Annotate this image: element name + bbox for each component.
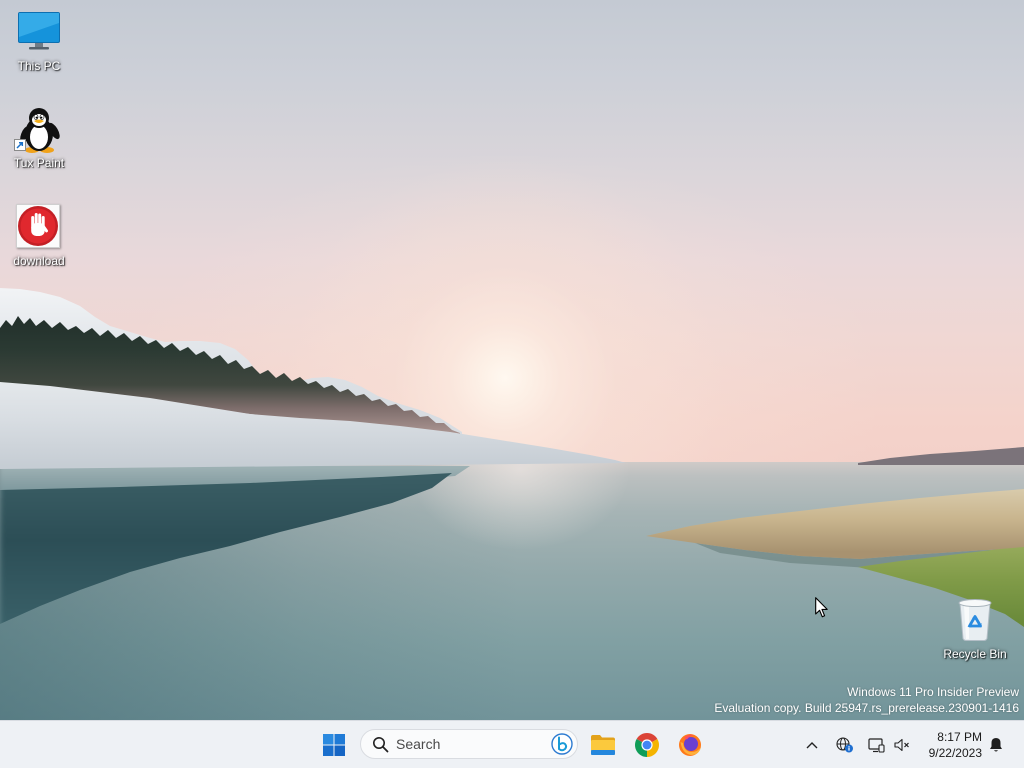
tray-volume-button[interactable] [893, 725, 911, 765]
taskbar: Search 8:17 PM 9/22/2023 [0, 720, 1024, 768]
taskbar-search-box[interactable]: Search [360, 729, 578, 759]
speaker-muted-icon [894, 738, 909, 752]
chevron-up-icon [806, 742, 818, 749]
watermark-edition: Windows 11 Pro Insider Preview [847, 685, 1019, 699]
watermark-build: Evaluation copy. Build 25947.rs_prerelea… [714, 701, 1019, 715]
windows-start-icon [323, 734, 345, 756]
mouse-cursor-icon [815, 597, 828, 618]
file-explorer-icon [591, 735, 615, 755]
desktop-icon-recycle-bin[interactable]: Recycle Bin [937, 594, 1013, 662]
notifications-button[interactable] [986, 725, 1006, 765]
desktop-icon-download[interactable]: download [1, 200, 77, 268]
show-hidden-icons-button[interactable] [802, 725, 822, 765]
clock-date: 9/22/2023 [928, 746, 982, 760]
taskbar-firefox[interactable] [672, 725, 708, 765]
desktop-icon-label: This PC [17, 59, 61, 73]
desktop-icon-tux-paint[interactable]: Tux Paint [1, 102, 77, 170]
network-icon [836, 737, 853, 753]
desktop[interactable]: This PC Tux Paint download Recycle Bin W… [0, 0, 1024, 720]
desktop-icon-label: download [13, 254, 65, 268]
desktop-icon-label: Recycle Bin [943, 647, 1007, 661]
desktop-icon-this-pc[interactable]: This PC [1, 6, 77, 74]
shortcut-arrow-icon [14, 139, 26, 151]
search-icon [373, 737, 389, 753]
bell-icon [990, 738, 1002, 752]
chrome-icon [635, 733, 659, 757]
clock-time: 8:17 PM [937, 730, 982, 744]
this-pc-icon [18, 12, 60, 50]
display-icon [867, 737, 885, 753]
desktop-icon-label: Tux Paint [13, 156, 65, 170]
taskbar-clock[interactable]: 8:17 PM 9/22/2023 [912, 727, 982, 763]
taskbar-file-explorer[interactable] [585, 725, 621, 765]
firefox-icon [679, 734, 701, 756]
tray-network-button[interactable] [835, 725, 855, 765]
search-placeholder: Search [396, 736, 441, 752]
bing-icon[interactable] [551, 733, 573, 755]
taskbar-chrome[interactable] [629, 725, 665, 765]
evaluation-watermark: Windows 11 Pro Insider Preview Evaluatio… [714, 684, 1019, 716]
recycle-bin-icon [958, 599, 992, 641]
download-icon [16, 204, 60, 248]
start-button[interactable] [316, 725, 352, 765]
tray-display-button[interactable] [866, 725, 886, 765]
